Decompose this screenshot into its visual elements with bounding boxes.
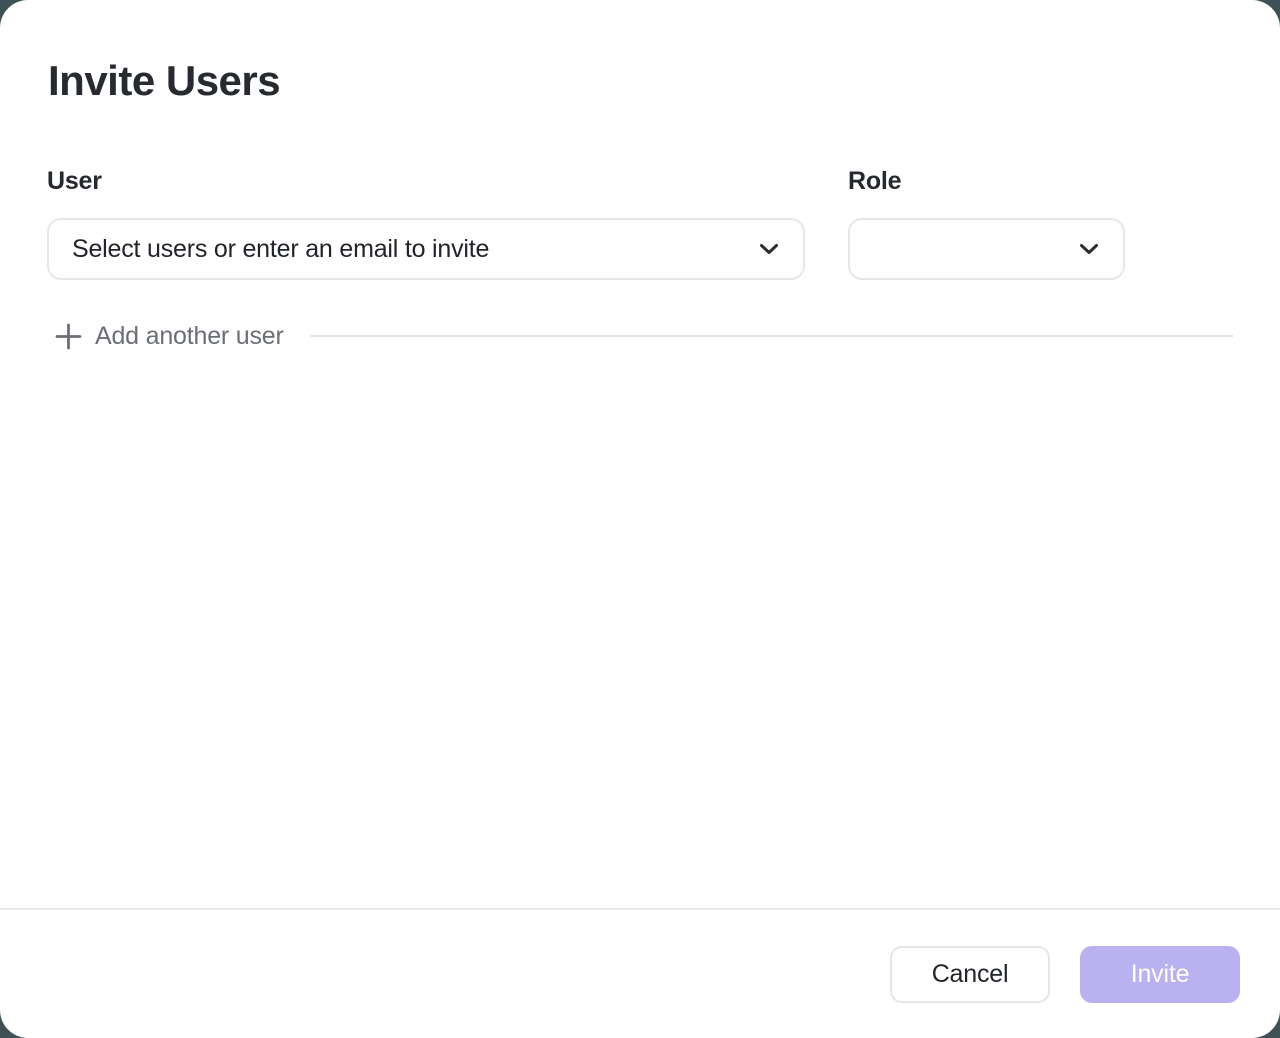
modal-title: Invite Users — [48, 57, 280, 105]
user-field-label: User — [47, 167, 102, 196]
chevron-down-icon — [759, 243, 779, 255]
cancel-button[interactable]: Cancel — [890, 946, 1050, 1003]
user-select[interactable]: Select users or enter an email to invite — [47, 218, 805, 280]
chevron-down-icon — [1079, 243, 1099, 255]
footer-divider — [0, 908, 1280, 910]
user-select-placeholder: Select users or enter an email to invite — [72, 235, 759, 264]
plus-icon — [55, 323, 82, 350]
role-field-label: Role — [848, 167, 901, 196]
add-another-user-label: Add another user — [95, 322, 284, 351]
add-user-row: Add another user — [47, 318, 1233, 354]
add-another-user-button[interactable]: Add another user — [47, 318, 284, 354]
role-select[interactable] — [848, 218, 1125, 280]
invite-button[interactable]: Invite — [1080, 946, 1240, 1003]
inline-divider — [310, 335, 1233, 337]
invite-users-modal: Invite Users User Select users or enter … — [0, 0, 1280, 1038]
